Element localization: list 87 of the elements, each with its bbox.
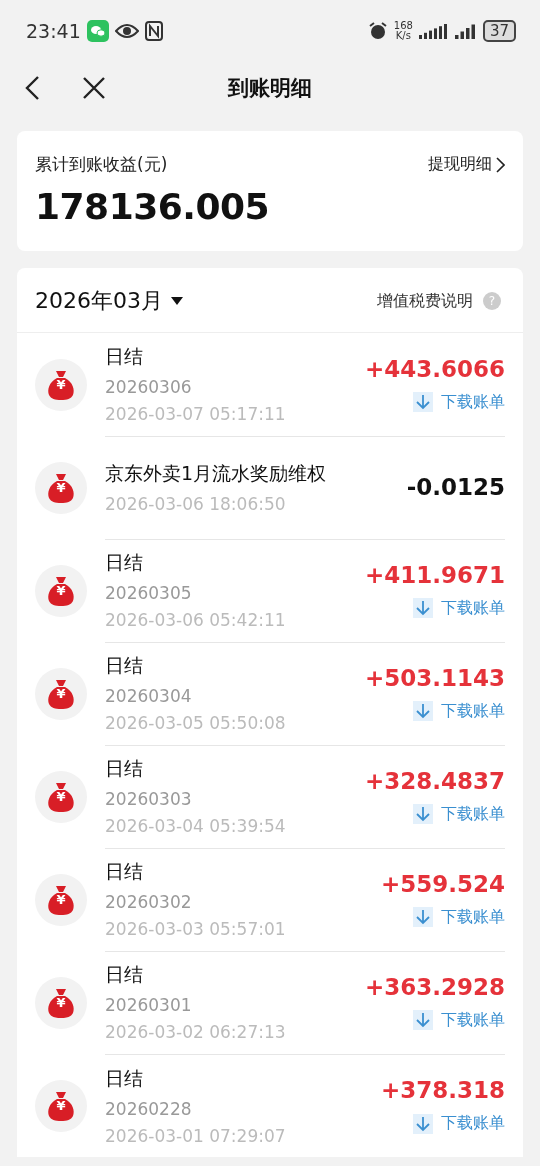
record-row[interactable]: ¥ 日结 20260303 2026-03-04 05:39:54 +328.4837 下载账单 (17, 745, 523, 848)
record-title: 日结 (105, 962, 144, 987)
battery-indicator: 37 (482, 20, 516, 42)
record-title: 日结 (105, 1065, 144, 1091)
money-bag-icon (47, 575, 75, 606)
eye-icon (114, 23, 139, 39)
record-subtitle: 20260301 (105, 995, 193, 1015)
record-subtitle: 20260228 (105, 1098, 193, 1119)
record-amount: +378.318 (380, 1077, 505, 1103)
speed-unit: K/s (395, 31, 411, 41)
download-bill-link[interactable]: 下载账单 (413, 1009, 505, 1031)
money-bag-icon (47, 781, 75, 812)
record-title: 日结 (105, 344, 144, 369)
record-time: 2026-03-01 07:29:07 (105, 1125, 287, 1146)
download-bill-link[interactable]: 下载账单 (413, 803, 505, 825)
signal-icon (454, 23, 477, 39)
download-bill-link[interactable]: 下载账单 (413, 597, 505, 619)
yuan-symbol: ¥ (56, 995, 66, 1010)
tax-note-link[interactable]: 增值税费说明 (377, 290, 473, 312)
yuan-symbol: ¥ (56, 583, 66, 598)
record-row[interactable]: ¥ 日结 20260305 2026-03-06 05:42:11 +411.9671 下载账单 (17, 539, 523, 642)
record-row[interactable]: ¥ 日结 20260302 2026-03-03 05:57:01 +559.524 下载账单 (17, 848, 523, 951)
record-row[interactable]: ¥ 日结 20260228 2026-03-01 07:29:07 +378.318 下载账单 (17, 1054, 523, 1157)
money-bag-icon (47, 987, 75, 1018)
record-amount: +443.6066 (364, 355, 505, 382)
yuan-symbol: ¥ (56, 377, 66, 392)
record-time: 2026-03-07 05:17:11 (105, 404, 287, 424)
signal-icon (418, 23, 449, 39)
yuan-symbol: ¥ (56, 789, 66, 804)
summary-label: 累计到账收益(元) (35, 153, 168, 176)
record-amount: +503.1143 (364, 664, 505, 691)
record-subtitle: 20260304 (105, 686, 193, 706)
record-amount: +559.524 (380, 870, 505, 897)
total-amount: 178136.005 (35, 186, 271, 227)
record-row[interactable]: ¥ 日结 20260306 2026-03-07 05:17:11 +443.6066 下载账单 (17, 333, 523, 436)
record-time: 2026-03-06 18:06:50 (105, 493, 287, 514)
record-title: 京东外卖1月流水奖励维权 (105, 460, 328, 486)
record-row[interactable]: ¥ 京东外卖1月流水奖励维权 2026-03-06 18:06:50 -0.0125 (17, 436, 523, 539)
download-bill-link[interactable]: 下载账单 (413, 906, 505, 928)
download-arrow-icon (413, 392, 433, 412)
money-bag-icon (47, 369, 75, 400)
download-bill-link[interactable]: 下载账单 (413, 1113, 505, 1134)
chat-app-icon (86, 20, 109, 42)
dropdown-triangle-icon (171, 297, 183, 305)
download-bill-link[interactable]: 下载账单 (413, 700, 505, 722)
download-arrow-icon (413, 804, 433, 824)
yuan-symbol: ¥ (56, 1098, 66, 1113)
download-arrow-icon (413, 598, 433, 618)
chevron-right-icon (496, 156, 505, 173)
yuan-symbol: ¥ (56, 480, 66, 495)
download-bill-link[interactable]: 下载账单 (413, 391, 505, 413)
record-subtitle: 20260306 (105, 377, 193, 397)
alarm-icon (367, 21, 388, 41)
yuan-symbol: ¥ (56, 892, 66, 907)
record-amount: +363.2928 (364, 973, 505, 1000)
speed-value: 168 (393, 21, 413, 31)
status-time: 23:41 (26, 20, 81, 42)
record-title: 日结 (105, 653, 144, 678)
yuan-symbol: ¥ (56, 686, 66, 701)
month-selector[interactable]: 2026年03月 (35, 286, 183, 316)
record-time: 2026-03-03 05:57:01 (105, 919, 287, 939)
record-row[interactable]: ¥ 日结 20260304 2026-03-05 05:50:08 +503.1143 下载账单 (17, 642, 523, 745)
record-time: 2026-03-06 05:42:11 (105, 610, 287, 630)
record-title: 日结 (105, 859, 144, 884)
record-amount: -0.0125 (406, 474, 505, 500)
money-bag-icon (47, 472, 75, 503)
record-subtitle: 20260303 (105, 789, 193, 809)
money-bag-icon (47, 884, 75, 915)
record-subtitle: 20260305 (105, 583, 193, 603)
record-title: 日结 (105, 756, 144, 781)
record-amount: +411.9671 (364, 561, 505, 588)
record-title: 日结 (105, 550, 144, 575)
download-arrow-icon (413, 907, 433, 927)
record-row[interactable]: ¥ 日结 20260301 2026-03-02 06:27:13 +363.2928 下载账单 (17, 951, 523, 1054)
nfc-icon (144, 21, 163, 41)
money-bag-icon (47, 1090, 75, 1121)
record-time: 2026-03-04 05:39:54 (105, 816, 287, 836)
download-arrow-icon (413, 701, 433, 721)
page-title: 到账明细 (228, 76, 312, 100)
record-subtitle: 20260302 (105, 892, 193, 912)
withdrawal-details-link[interactable]: 提现明细 (428, 154, 505, 175)
money-bag-icon (47, 678, 75, 709)
record-time: 2026-03-02 06:27:13 (105, 1022, 287, 1042)
record-time: 2026-03-05 05:50:08 (105, 713, 287, 733)
download-arrow-icon (413, 1010, 433, 1030)
record-amount: +328.4837 (364, 767, 505, 794)
download-arrow-icon (413, 1113, 433, 1134)
